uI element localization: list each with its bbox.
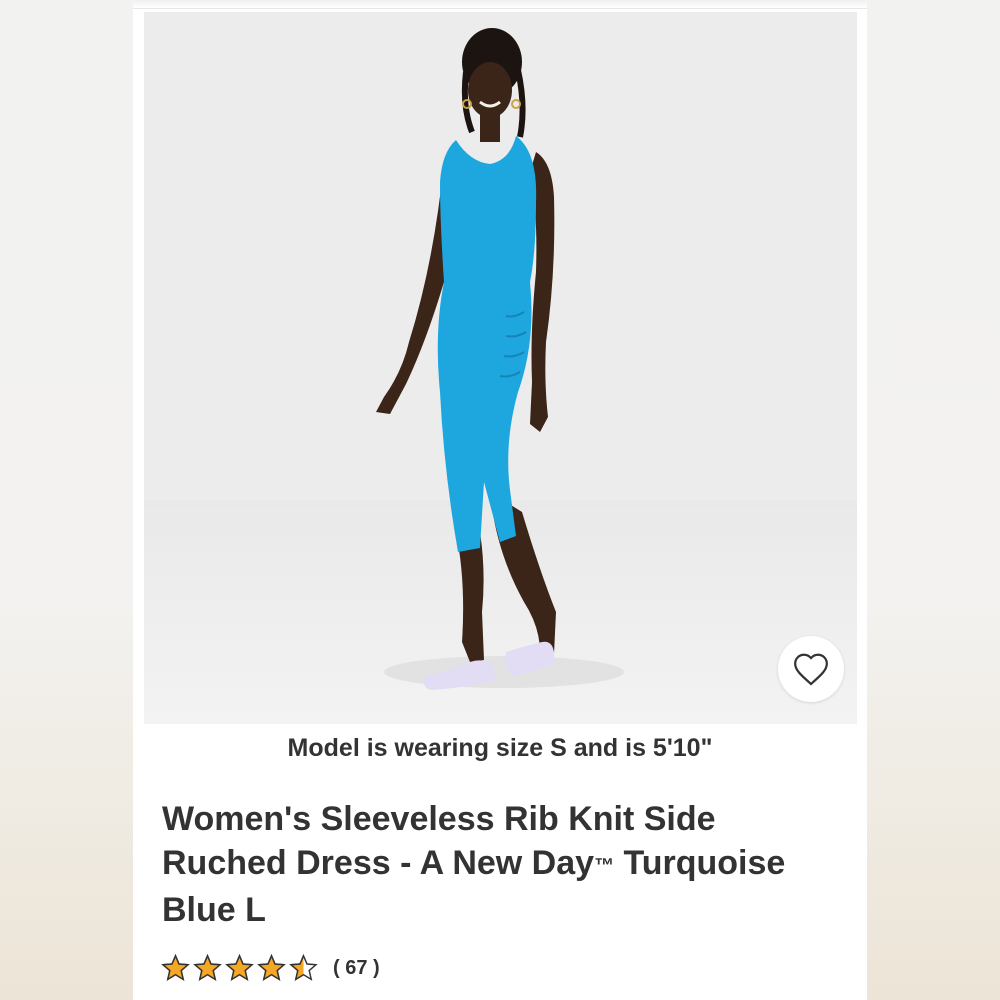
star-full-icon (257, 954, 286, 981)
favorite-button[interactable] (778, 636, 844, 702)
rating-summary[interactable]: ( 67 ) (161, 954, 380, 983)
star-rating (161, 954, 318, 983)
trademark-symbol: ™ (594, 855, 615, 877)
star-full-icon (161, 954, 190, 981)
model-illustration (144, 12, 857, 724)
product-card: Model is wearing size S and is 5'10" Wom… (133, 0, 867, 1000)
product-image[interactable] (144, 12, 857, 724)
right-margin-background (867, 0, 1000, 1000)
review-count: ( 67 ) (333, 957, 380, 979)
product-title: Women's Sleeveless Rib Knit Side Ruched … (162, 797, 842, 932)
star-full-icon (193, 954, 222, 981)
star-full-icon (225, 954, 254, 981)
star-half-icon (289, 954, 318, 981)
left-margin-background (0, 0, 133, 1000)
heart-outline-icon (794, 653, 828, 686)
top-divider (133, 0, 867, 9)
model-size-caption: Model is wearing size S and is 5'10" (287, 734, 713, 762)
